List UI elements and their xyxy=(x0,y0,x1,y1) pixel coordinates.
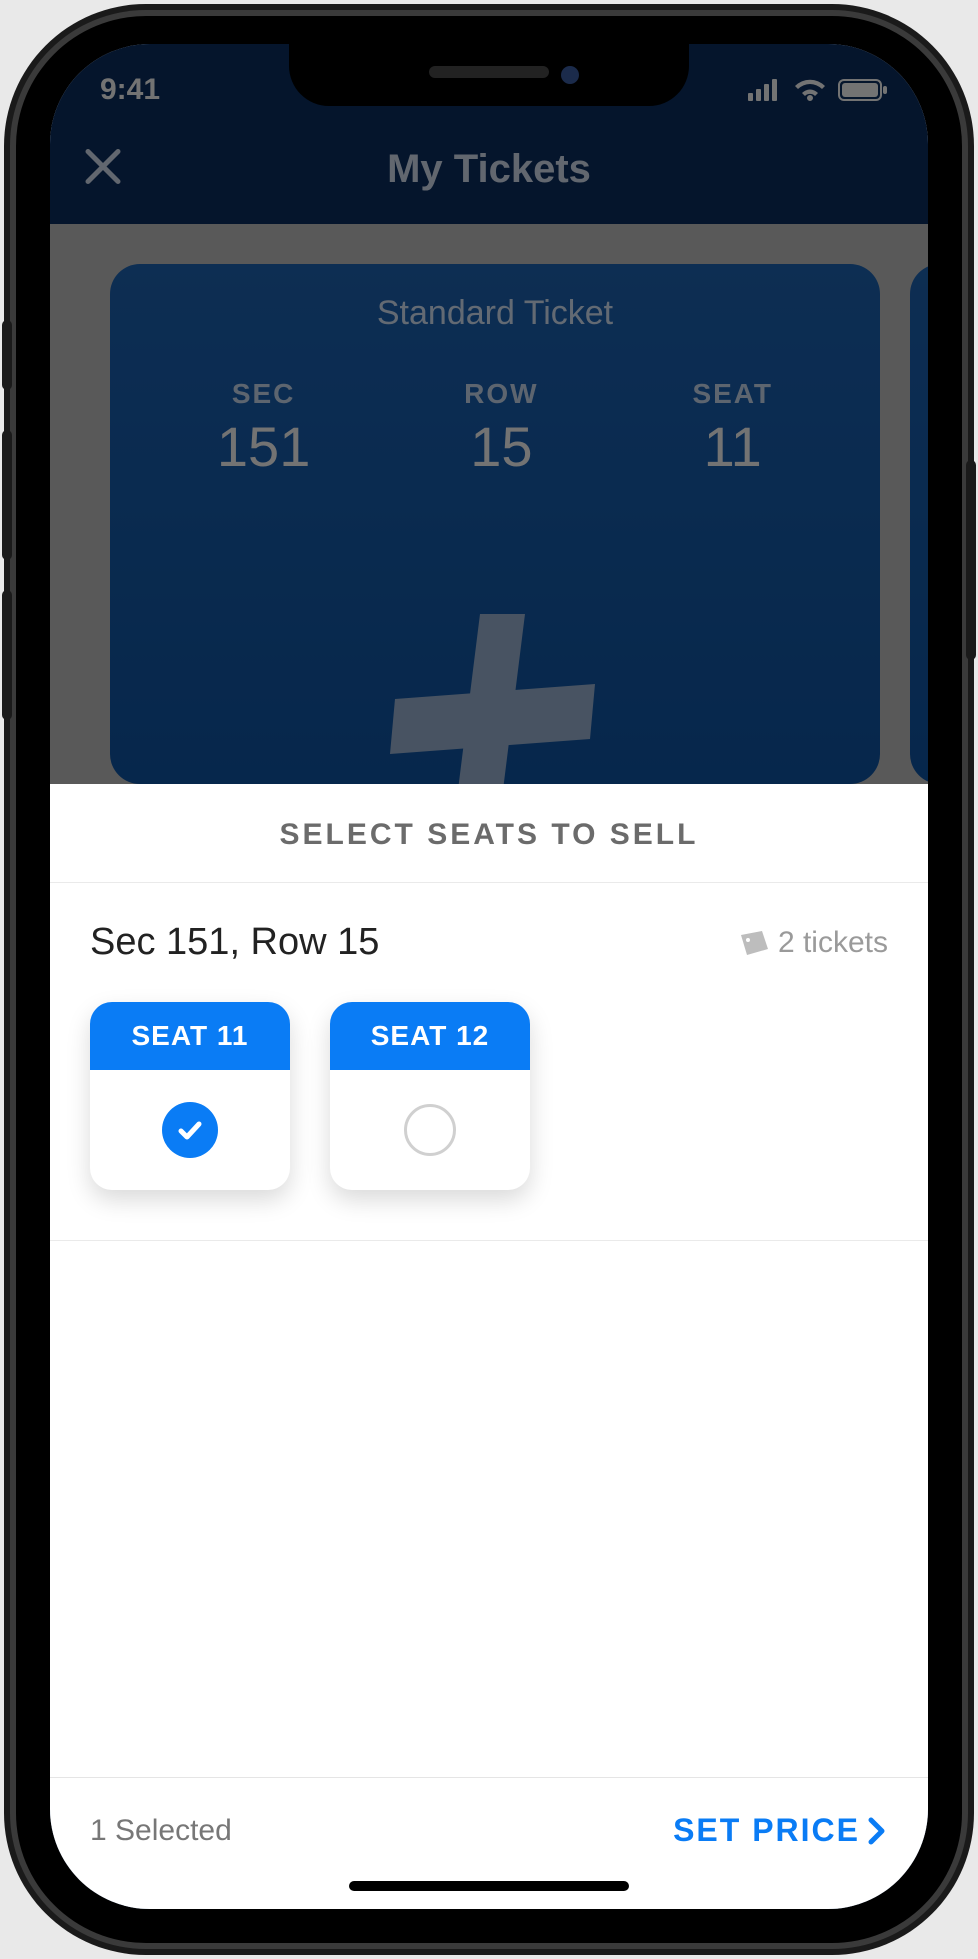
seat-group: Sec 151, Row 15 2 tickets SEAT 11 xyxy=(50,883,928,1241)
seat-chip-state xyxy=(330,1070,530,1190)
set-price-button[interactable]: SET PRICE xyxy=(673,1812,888,1849)
side-button xyxy=(2,320,12,390)
home-indicator[interactable] xyxy=(349,1881,629,1891)
seat-chip-12[interactable]: SEAT 12 xyxy=(330,1002,530,1190)
seat-chip-11[interactable]: SEAT 11 xyxy=(90,1002,290,1190)
side-button xyxy=(2,430,12,560)
group-count: 2 tickets xyxy=(738,926,888,960)
seat-chip-state xyxy=(90,1070,290,1190)
modal-scrim[interactable] xyxy=(50,44,928,784)
group-count-text: 2 tickets xyxy=(778,926,888,960)
seat-chip-label: SEAT 12 xyxy=(330,1002,530,1070)
ticket-icon xyxy=(738,931,768,955)
group-header: Sec 151, Row 15 2 tickets xyxy=(90,921,888,964)
sheet-title: SELECT SEATS TO SELL xyxy=(50,784,928,883)
chevron-right-icon xyxy=(866,1816,888,1846)
seat-chip-label: SEAT 11 xyxy=(90,1002,290,1070)
device-frame: 9:41 My Tickets Standard Ticket xyxy=(0,0,978,1959)
selected-count: 1 Selected xyxy=(90,1814,232,1848)
checkmark-filled-icon xyxy=(162,1102,218,1158)
side-button xyxy=(2,590,12,720)
notch xyxy=(289,44,689,106)
sell-sheet: SELECT SEATS TO SELL Sec 151, Row 15 2 t… xyxy=(50,784,928,1909)
sheet-spacer xyxy=(50,1241,928,1777)
set-price-label: SET PRICE xyxy=(673,1812,860,1849)
side-button xyxy=(966,460,976,660)
group-location: Sec 151, Row 15 xyxy=(90,921,379,964)
screen: 9:41 My Tickets Standard Ticket xyxy=(50,44,928,1909)
checkmark-empty-icon xyxy=(404,1104,456,1156)
seat-options: SEAT 11 SEAT 12 xyxy=(90,1002,888,1190)
